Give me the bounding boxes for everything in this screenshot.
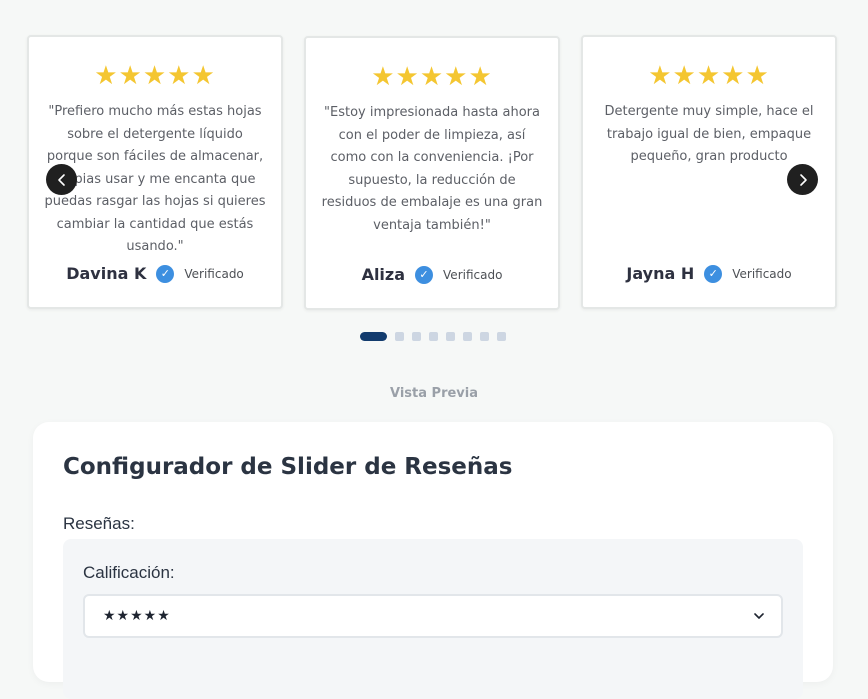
configurator-title: Configurador de Slider de Reseñas: [63, 454, 513, 480]
review-editor: Calificación: ★★★★★: [63, 539, 803, 699]
pagination-dot[interactable]: [429, 332, 438, 341]
reviews-label: Reseñas:: [63, 514, 135, 533]
review-text: Detergente muy simple, hace el trabajo i…: [604, 104, 814, 164]
pagination-dot[interactable]: [497, 332, 506, 341]
reviewer-name: Jayna H: [626, 264, 695, 283]
pagination-dot[interactable]: [360, 332, 387, 341]
chevron-right-icon: [799, 173, 807, 186]
rating-select-value: ★★★★★: [103, 608, 171, 624]
reviewer-info: Aliza ✓ Verificado: [306, 265, 558, 284]
check-badge-icon: ✓: [704, 264, 723, 283]
pagination-dot[interactable]: [412, 332, 421, 341]
review-text: "Prefiero mucho más estas hojas sobre el…: [44, 104, 266, 254]
check-badge-icon: ✓: [156, 264, 175, 283]
chevron-left-icon: [57, 173, 65, 186]
check-badge-icon: ✓: [415, 265, 434, 284]
reviewer-info: Davina K ✓ Verificado: [29, 264, 281, 283]
pagination-dot[interactable]: [446, 332, 455, 341]
configurator-panel: Configurador de Slider de Reseñas Reseña…: [33, 422, 833, 699]
rating-label: Calificación:: [83, 563, 175, 582]
review-text: "Estoy impresionada hasta ahora con el p…: [321, 105, 543, 233]
review-card: ★★★★★ "Estoy impresionada hasta ahora co…: [304, 36, 560, 310]
pagination-dot[interactable]: [463, 332, 472, 341]
review-slider: ★★★★★ "Prefiero mucho más estas hojas so…: [0, 0, 868, 320]
reviewer-name: Davina K: [66, 264, 147, 283]
prev-slide-button[interactable]: [46, 164, 77, 195]
star-rating: ★★★★★: [94, 61, 216, 91]
verified-label: Verificado: [732, 266, 792, 281]
pagination-dot[interactable]: [395, 332, 404, 341]
next-slide-button[interactable]: [787, 164, 818, 195]
rating-select[interactable]: ★★★★★: [83, 594, 783, 638]
verified-label: Verificado: [443, 267, 503, 282]
reviewer-name: Aliza: [361, 265, 406, 284]
verified-label: Verificado: [184, 266, 244, 281]
preview-label: Vista Previa: [390, 386, 478, 401]
star-rating: ★★★★★: [648, 61, 770, 91]
star-rating: ★★★★★: [371, 62, 493, 92]
reviewer-info: Jayna H ✓ Verificado: [583, 264, 835, 283]
chevron-down-icon: [754, 613, 764, 619]
slider-pagination: [360, 332, 506, 341]
pagination-dot[interactable]: [480, 332, 489, 341]
